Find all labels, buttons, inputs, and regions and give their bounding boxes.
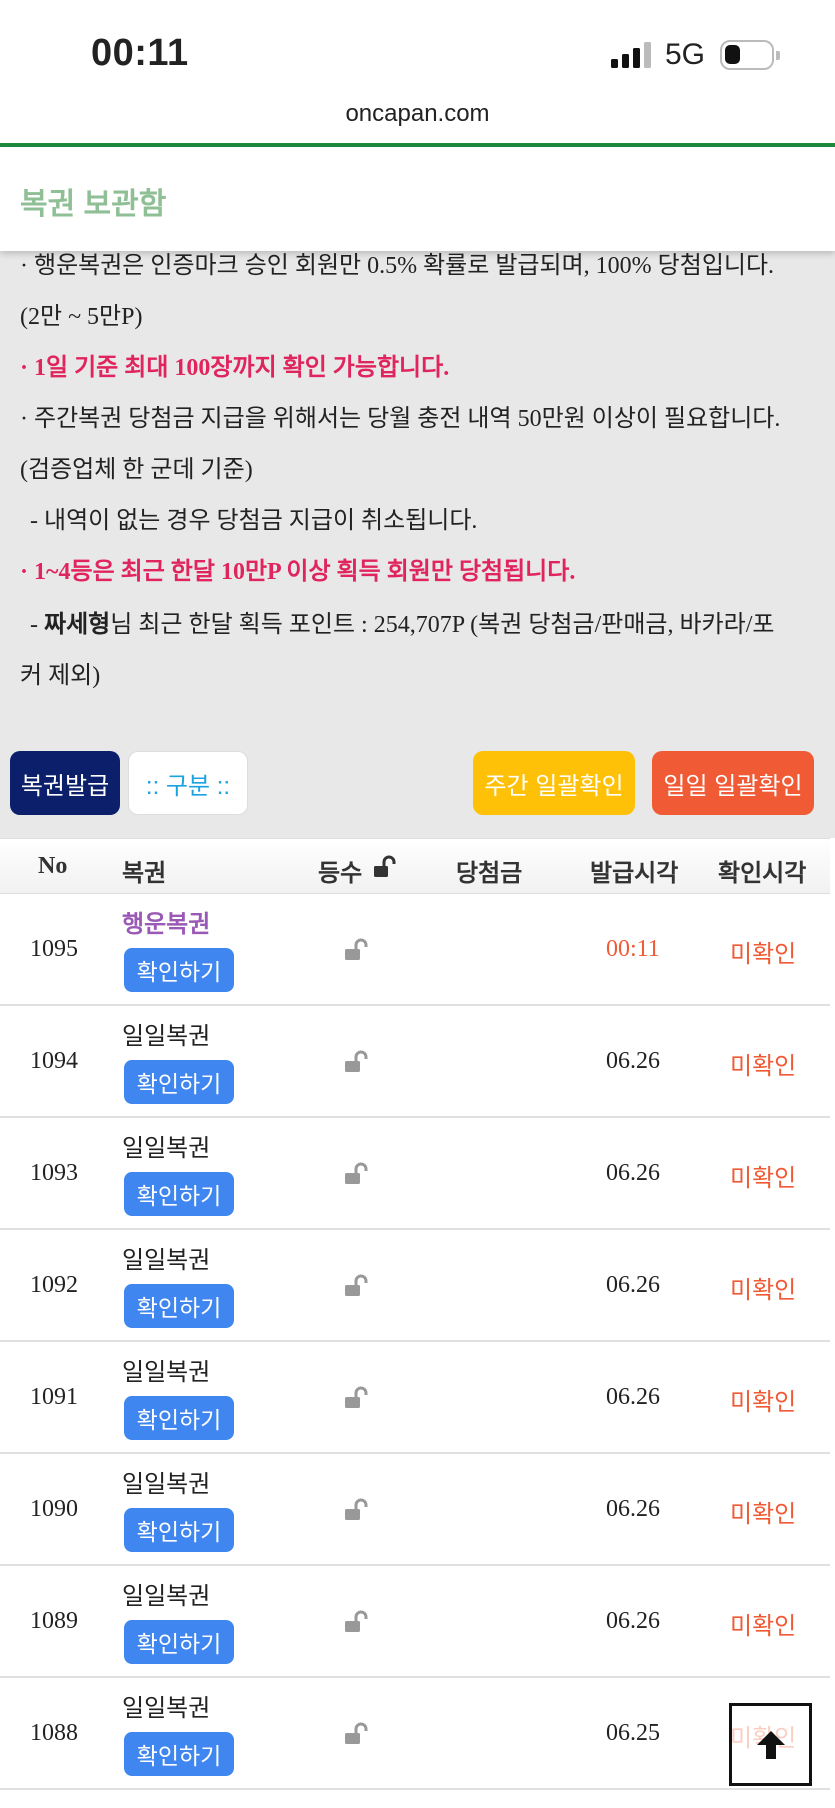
- issued-time: 06.26: [606, 1384, 660, 1410]
- scroll-top-button[interactable]: [729, 1703, 812, 1786]
- network-label: 5G: [665, 38, 706, 71]
- notice-line: (검증업체 한 군데 기준): [20, 457, 253, 483]
- unlock-icon: [345, 1498, 368, 1520]
- lottery-name: 일일복권: [122, 1023, 211, 1050]
- table-header: No 복권 등수 당첨금 발급시각 확인시각: [0, 838, 830, 894]
- unlock-icon: [345, 1386, 368, 1408]
- unlock-icon: [345, 1274, 368, 1296]
- notice-line: 커 제외): [20, 663, 101, 689]
- issue-lottery-button[interactable]: 복권발급: [10, 751, 120, 815]
- col-issued: 발급시각: [590, 860, 679, 887]
- table-row: 1093 일일복권확인하기 06.26 미확인: [0, 1118, 830, 1230]
- daily-confirm-all-button[interactable]: 일일 일괄확인: [652, 751, 814, 815]
- lottery-name: 일일복권: [122, 1359, 211, 1386]
- check-status: 미확인: [730, 1165, 797, 1192]
- unlock-icon: [374, 855, 396, 877]
- lottery-name: 일일복권: [122, 1135, 211, 1162]
- check-status: 미확인: [730, 941, 797, 968]
- status-time: 00:11: [91, 32, 189, 74]
- check-lottery-button[interactable]: 확인하기: [124, 1508, 234, 1552]
- username: 짜세형: [44, 612, 111, 638]
- unlock-icon: [345, 1050, 368, 1072]
- notice-line: - 내역이 없는 경우 당첨금 지급이 취소됩니다.: [30, 508, 478, 534]
- notice-line: (2만 ~ 5만P): [20, 304, 143, 330]
- status-bar: 00:11 5G: [0, 0, 835, 100]
- issued-time: 06.26: [606, 1160, 660, 1186]
- page-title: 복권 보관함: [20, 188, 167, 221]
- notice-line: · 주간복권 당첨금 지급을 위해서는 당월 충전 내역 50만원 이상이 필요…: [20, 406, 781, 432]
- check-status: 미확인: [730, 1501, 797, 1528]
- lottery-name: 행운복권: [122, 911, 211, 938]
- arrow-up-icon: [756, 1730, 785, 1759]
- battery-icon: [720, 40, 780, 70]
- issued-time: 06.26: [606, 1272, 660, 1298]
- notice-points-line: - 짜세형님 최근 한달 획득 포인트 : 254,707P (복권 당첨금/판…: [30, 604, 774, 639]
- check-status: 미확인: [730, 1053, 797, 1080]
- check-lottery-button[interactable]: 확인하기: [124, 1732, 234, 1776]
- lottery-name: 일일복권: [122, 1695, 211, 1722]
- unlock-icon: [345, 1610, 368, 1632]
- notice-line-highlight: · 1~4등은 최근 한달 10만P 이상 획득 회원만 당첨됩니다.: [20, 559, 576, 585]
- signal-icon: [611, 42, 653, 68]
- table-row: 1094 일일복권확인하기 06.26 미확인: [0, 1006, 830, 1118]
- row-number: 1095: [30, 936, 78, 962]
- check-lottery-button[interactable]: 확인하기: [124, 1620, 234, 1664]
- check-status: 미확인: [730, 1613, 797, 1640]
- unlock-icon: [345, 938, 368, 960]
- check-lottery-button[interactable]: 확인하기: [124, 1172, 234, 1216]
- points-text: 님 최근 한달 획득 포인트 : 254,707P (복권 당첨금/판매금, 바…: [110, 612, 775, 638]
- table-row: 1091 일일복권확인하기 06.26 미확인: [0, 1342, 830, 1454]
- check-lottery-button[interactable]: 확인하기: [124, 1060, 234, 1104]
- issued-time: 00:11: [606, 936, 660, 962]
- row-number: 1089: [30, 1608, 78, 1634]
- table-row: 1090 일일복권확인하기 06.26 미확인: [0, 1454, 830, 1566]
- lottery-name: 일일복권: [122, 1247, 211, 1274]
- lottery-name: 일일복권: [122, 1583, 211, 1610]
- col-prize: 당첨금: [456, 860, 523, 887]
- table-row: 1092 일일복권확인하기 06.26 미확인: [0, 1230, 830, 1342]
- issued-time: 06.26: [606, 1608, 660, 1634]
- row-number: 1090: [30, 1496, 78, 1522]
- check-status: 미확인: [730, 1277, 797, 1304]
- weekly-confirm-all-button[interactable]: 주간 일괄확인: [473, 751, 635, 815]
- address-bar-url[interactable]: oncapan.com: [0, 100, 835, 128]
- page-header: 복권 보관함: [0, 147, 835, 251]
- col-checked: 확인시각: [718, 860, 807, 887]
- notice-dash: -: [30, 612, 44, 638]
- check-lottery-button[interactable]: 확인하기: [124, 1396, 234, 1440]
- table-row: 1088일일복권확인하기06.25미확인: [0, 1678, 830, 1790]
- unlock-icon: [345, 1162, 368, 1184]
- col-rank: 등수: [318, 860, 363, 887]
- check-status: 미확인: [730, 1389, 797, 1416]
- col-no: No: [38, 853, 68, 879]
- table-row: 1095 행운복권확인하기 00:11 미확인: [0, 894, 830, 1006]
- unlock-icon: [345, 1722, 368, 1744]
- notice-line-highlight: · 1일 기준 최대 100장까지 확인 가능합니다.: [20, 355, 450, 381]
- row-number: 1092: [30, 1272, 78, 1298]
- row-number: 1093: [30, 1160, 78, 1186]
- issued-time: 06.26: [606, 1496, 660, 1522]
- issued-time: 06.25: [606, 1720, 660, 1746]
- col-name: 복권: [122, 860, 167, 887]
- lottery-name: 일일복권: [122, 1471, 211, 1498]
- row-number: 1094: [30, 1048, 78, 1074]
- type-filter-select[interactable]: :: 구분 ::: [128, 751, 248, 815]
- notice-panel: · 행운복권은 인증마크 승인 회원만 0.5% 확률로 발급되며, 100% …: [0, 230, 835, 838]
- table-row: 1089 일일복권확인하기 06.26 미확인: [0, 1566, 830, 1678]
- check-lottery-button[interactable]: 확인하기: [124, 1284, 234, 1328]
- row-number: 1091: [30, 1384, 78, 1410]
- row-number: 1088: [30, 1720, 78, 1746]
- check-lottery-button[interactable]: 확인하기: [124, 948, 234, 992]
- issued-time: 06.26: [606, 1048, 660, 1074]
